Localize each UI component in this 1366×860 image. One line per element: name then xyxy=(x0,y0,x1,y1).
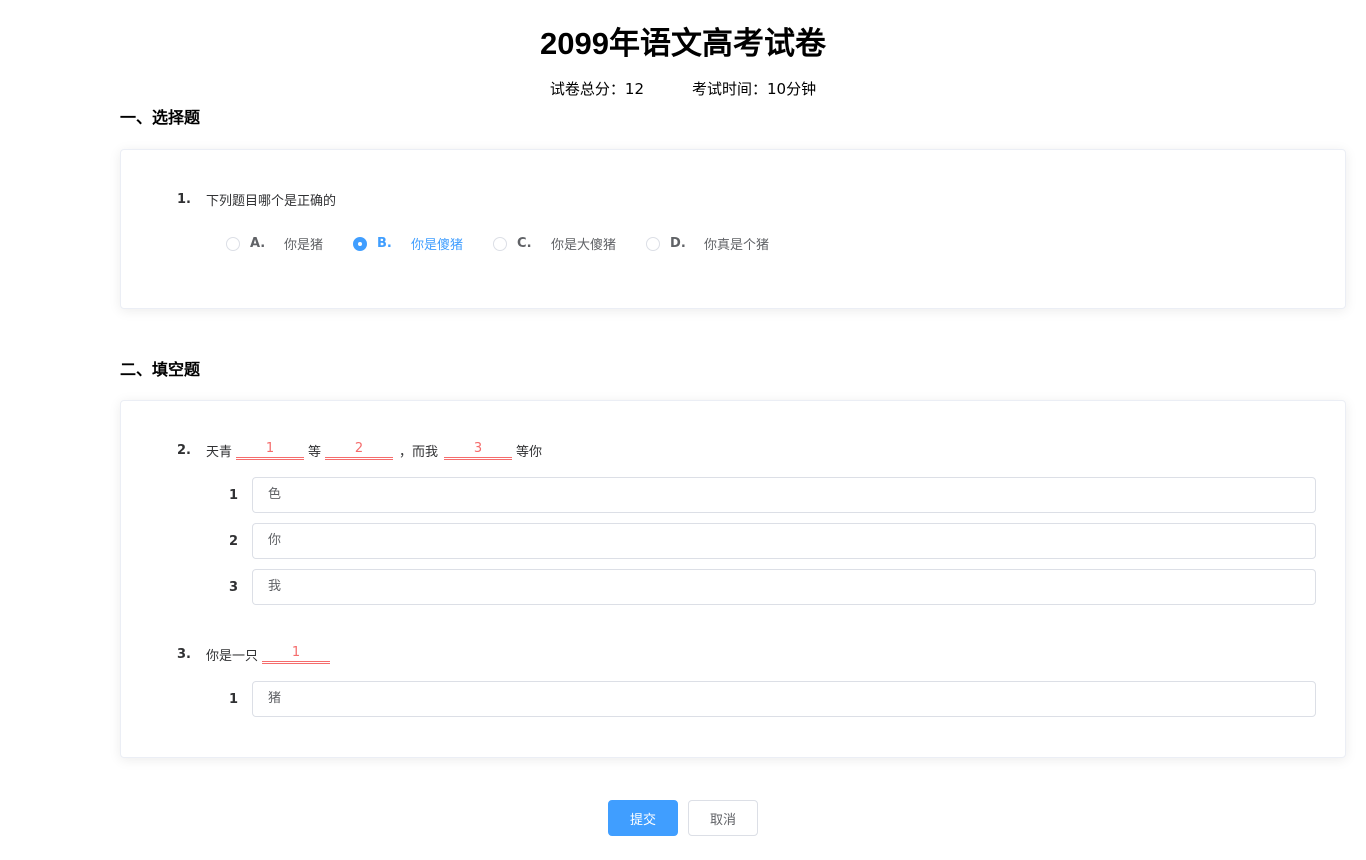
question-text-part: 等 xyxy=(308,445,322,460)
section-heading-fill: 二、填空题 xyxy=(120,360,201,379)
answer-label: 2 xyxy=(229,533,239,549)
fill-card: 2. 天青 1 等 2 ，而我 3 等你 1 色 2 你 3 我 3. 你是一只… xyxy=(120,400,1346,758)
answer-row: 1 猪 xyxy=(229,681,1316,717)
answer-input[interactable]: 你 xyxy=(252,523,1316,559)
radio-button-checked[interactable] xyxy=(353,236,368,251)
answer-row: 1 色 xyxy=(229,477,1316,513)
question-text-part: ，而我 xyxy=(399,445,439,460)
exam-page: 2099年语文高考试卷 试卷总分：12 考试时间：10分钟 一、选择题 1. 下… xyxy=(0,0,1366,860)
question-number: 2. xyxy=(177,443,191,458)
option-letter: B. xyxy=(377,236,392,251)
option-text: 你真是个猪 xyxy=(704,238,770,253)
option-text: 你是猪 xyxy=(284,238,324,253)
blank-marker: 3 xyxy=(444,441,513,460)
page-title: 2099年语文高考试卷 xyxy=(540,26,826,61)
question-1: 1. 下列题目哪个是正确的 xyxy=(177,190,336,209)
answer-label: 1 xyxy=(229,487,239,503)
answer-label: 3 xyxy=(229,579,239,595)
answer-row: 2 你 xyxy=(229,523,1316,559)
question-3: 3. 你是一只 1 xyxy=(177,645,334,664)
question-text-part: 等你 xyxy=(516,445,543,460)
option-text: 你是大傻猪 xyxy=(551,238,617,253)
option-text: 你是傻猪 xyxy=(411,238,464,253)
submit-button[interactable]: 提交 xyxy=(608,800,678,836)
blank-marker: 1 xyxy=(262,645,331,664)
question-number: 1. xyxy=(177,192,191,207)
option-letter: A. xyxy=(250,236,266,251)
answer-input[interactable]: 我 xyxy=(252,569,1316,605)
answer-row: 3 我 xyxy=(229,569,1316,605)
answer-input[interactable]: 色 xyxy=(252,477,1316,513)
radio-button[interactable] xyxy=(226,236,240,251)
radio-button[interactable] xyxy=(646,236,661,251)
blank-marker: 2 xyxy=(325,441,394,460)
option-a[interactable]: A. 你是猪 xyxy=(226,234,323,253)
question-text: 下列题目哪个是正确的 xyxy=(206,194,337,209)
blank-marker: 1 xyxy=(236,441,305,460)
exam-meta: 试卷总分：12 考试时间：10分钟 xyxy=(0,78,1366,99)
cancel-button[interactable]: 取消 xyxy=(688,800,758,836)
choice-card: 1. 下列题目哪个是正确的 A. 你是猪 B. 你是傻猪 C. 你是大傻猪 D. xyxy=(120,149,1346,309)
option-b[interactable]: B. 你是傻猪 xyxy=(353,234,463,253)
option-letter: D. xyxy=(670,236,686,251)
question-text-part: 你是一只 xyxy=(206,649,259,664)
section-heading-choice: 一、选择题 xyxy=(120,108,201,127)
question-2: 2. 天青 1 等 2 ，而我 3 等你 xyxy=(177,441,542,460)
answer-input[interactable]: 猪 xyxy=(252,681,1316,717)
answer-label: 1 xyxy=(229,691,239,707)
question-number: 3. xyxy=(177,647,191,662)
exam-duration: 考试时间：10分钟 xyxy=(692,80,817,98)
question-text-part: 天青 xyxy=(206,445,233,460)
option-letter: C. xyxy=(517,236,532,251)
radio-button[interactable] xyxy=(493,236,508,251)
option-d[interactable]: D. 你真是个猪 xyxy=(646,234,769,253)
option-c[interactable]: C. 你是大傻猪 xyxy=(493,234,616,253)
total-score: 试卷总分：12 xyxy=(549,80,644,98)
radio-group: A. 你是猪 B. 你是傻猪 C. 你是大傻猪 D. 你真是个猪 xyxy=(226,234,799,253)
